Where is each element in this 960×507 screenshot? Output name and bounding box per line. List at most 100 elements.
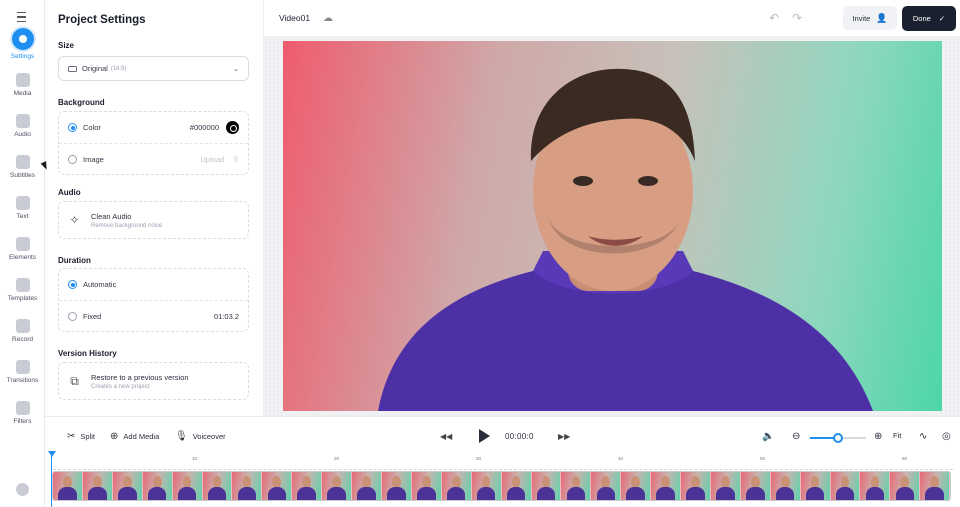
done-label: Done (912, 14, 931, 23)
media-icon (15, 73, 30, 87)
clip-thumbnail (591, 472, 622, 500)
play-icon[interactable] (479, 429, 490, 443)
sidebar-item-elements[interactable]: Elements (0, 237, 45, 261)
clip-thumbnail (352, 472, 382, 500)
zoom-in-icon[interactable]: ⊕ (874, 431, 882, 442)
clip-thumbnail (740, 472, 771, 500)
voiceover-label: Voiceover (192, 432, 226, 441)
sidebar-item-audio[interactable]: Audio (0, 114, 45, 138)
help-icon[interactable] (16, 483, 29, 496)
chevron-down-icon: ⌄ (233, 65, 239, 73)
templates-icon (15, 278, 30, 292)
size-select[interactable]: Original (16:9) ⌄ (58, 56, 249, 81)
duration-options: Automatic Fixed 01:03.2 (58, 268, 249, 332)
add-media-button[interactable]: ⊕ Add Media (110, 431, 159, 442)
clip-thumbnail (441, 472, 472, 500)
split-button[interactable]: ✂ Split (67, 431, 95, 442)
undo-icon[interactable]: ↶ (769, 11, 779, 25)
radio-color[interactable] (68, 123, 77, 132)
text-icon (15, 196, 30, 210)
invite-button[interactable]: Invite 👤 (843, 6, 897, 30)
done-button[interactable]: Done ✓ (902, 6, 956, 31)
volume-icon[interactable]: 🔈 (762, 431, 774, 442)
elements-icon (15, 237, 30, 251)
settings-icon (11, 28, 34, 50)
background-color-option[interactable]: Color #000000 (59, 112, 248, 143)
project-title[interactable]: Video01 (279, 13, 310, 23)
upload-icon: ⇪ (232, 154, 239, 164)
radio-automatic[interactable] (68, 280, 77, 289)
clip-thumbnail (112, 472, 143, 500)
clip-thumbnail (920, 472, 950, 500)
settings-small-icon[interactable]: ◎ (942, 431, 951, 442)
top-bar: Video01 ☁ ↶ ↷ Invite 👤 Done ✓ (264, 0, 960, 37)
sidebar-item-label: Media (13, 90, 32, 97)
puzzle-icon: ⧉ (70, 373, 79, 388)
sidebar-item-subtitles[interactable]: Subtitles (0, 155, 45, 179)
rewind-icon[interactable]: ◀◀ (440, 432, 452, 441)
fit-button[interactable]: Fit (893, 431, 901, 440)
sidebar-item-templates[interactable]: Templates (0, 278, 45, 302)
sidebar-item-filters[interactable]: Filters (0, 401, 45, 425)
timeline-tick-label: 50 (760, 456, 766, 461)
zoom-out-icon[interactable]: ⊖ (792, 431, 800, 442)
add-media-label: Add Media (123, 432, 160, 441)
panel-title: Project Settings (58, 14, 146, 26)
radio-image[interactable] (68, 154, 77, 164)
sidebar-item-record[interactable]: Record (0, 319, 45, 343)
clip-thumbnail (202, 472, 233, 500)
zoom-slider[interactable] (810, 433, 866, 443)
sidebar-item-label: Text (16, 213, 29, 220)
fixed-duration-value[interactable]: 01:03.2 (214, 312, 239, 321)
upload-link[interactable]: Upload (201, 155, 225, 164)
filters-icon (15, 401, 30, 415)
hamburger-menu-icon[interactable] (14, 9, 30, 25)
clip-thumbnail (322, 472, 353, 500)
sidebar-item-label: Templates (7, 295, 38, 302)
sidebar-item-label: Settings (10, 53, 35, 60)
audio-icon (15, 114, 30, 128)
clip-thumbnail (381, 472, 412, 500)
color-label: Color (83, 123, 101, 132)
zoom-slider-knob[interactable] (833, 433, 843, 443)
project-settings-panel: Project Settings Size Original (16:9) ⌄ … (45, 0, 264, 416)
sidebar-item-transitions[interactable]: Transitions (0, 360, 45, 384)
sidebar-item-label: Transitions (6, 377, 39, 384)
sidebar-item-settings[interactable]: Settings (0, 28, 45, 60)
video-track-clip[interactable] (52, 471, 951, 501)
clean-audio-card[interactable]: ✧ Clean Audio Remove background noise (58, 201, 249, 239)
clip-thumbnail (232, 472, 263, 500)
color-swatch[interactable] (226, 121, 239, 134)
audio-heading: Audio (58, 188, 81, 197)
size-ratio: (16:9) (110, 65, 127, 72)
voiceover-button[interactable]: 🎙 Voiceover (175, 431, 226, 442)
duration-automatic-option[interactable]: Automatic (59, 269, 248, 300)
timeline-tick-label: 60 (902, 456, 908, 461)
restore-version-card[interactable]: ⧉ Restore to a previous version Creates … (58, 362, 249, 400)
sidebar-item-media[interactable]: Media (0, 73, 45, 97)
waveform-icon[interactable]: ∿ (919, 431, 927, 442)
video-preview[interactable] (283, 41, 942, 411)
add-user-icon: 👤 (876, 12, 888, 23)
record-icon (15, 319, 30, 333)
timeline-tick-label: 40 (618, 456, 624, 461)
redo-icon[interactable]: ↷ (792, 11, 802, 25)
clip-thumbnail (531, 472, 562, 500)
sidebar-item-text[interactable]: Text (0, 196, 45, 220)
clip-thumbnail (172, 472, 203, 500)
image-label: Image (83, 154, 104, 164)
clip-thumbnail (710, 472, 741, 500)
timeline-tick-label: 10 (192, 456, 198, 461)
timeline-tick-label: 20 (334, 456, 340, 461)
playback-controls: ✂ Split ⊕ Add Media 🎙 Voiceover ◀◀ 00:00… (45, 416, 960, 456)
fast-forward-icon[interactable]: ▶▶ (558, 432, 570, 441)
duration-fixed-option[interactable]: Fixed 01:03.2 (59, 300, 248, 331)
clip-thumbnail (411, 472, 442, 500)
clip-thumbnail (651, 472, 682, 500)
clip-thumbnail (471, 472, 502, 500)
radio-fixed[interactable] (68, 311, 77, 321)
size-heading: Size (58, 41, 75, 50)
playhead-marker[interactable] (48, 451, 56, 457)
clip-thumbnail (770, 472, 801, 500)
background-image-option[interactable]: Image Upload ⇪ (59, 143, 248, 174)
